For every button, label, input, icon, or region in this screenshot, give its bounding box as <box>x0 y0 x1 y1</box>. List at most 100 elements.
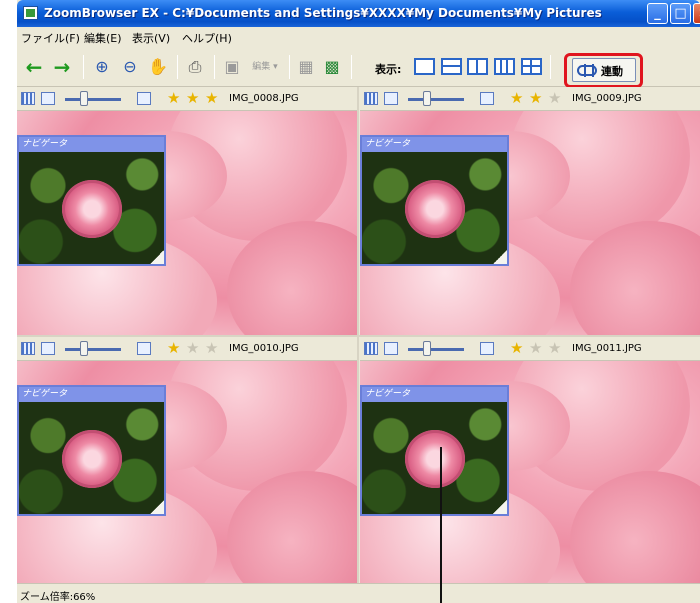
photo-view[interactable]: ナビゲータ <box>17 361 357 583</box>
zoom-slider-thumb[interactable] <box>423 91 431 106</box>
rating-star-2[interactable]: ★ <box>186 340 199 357</box>
image-edit-icon[interactable]: ▣ <box>221 56 243 78</box>
navigator-toggle-icon[interactable] <box>137 92 151 105</box>
menu-view[interactable]: 表示(V) <box>132 30 170 46</box>
rating-star-2[interactable]: ★ <box>529 340 542 357</box>
close-button[interactable]: × <box>693 3 700 24</box>
zoom-slider-thumb[interactable] <box>80 91 88 106</box>
toolbar-separator <box>214 55 215 79</box>
navigator-thumbnail[interactable] <box>19 402 164 514</box>
photo-view[interactable]: ナビゲータ <box>17 111 357 335</box>
navigator-panel[interactable]: ナビゲータ <box>17 385 166 516</box>
navigator-title: ナビゲータ <box>362 387 507 402</box>
zoom-slider[interactable] <box>65 348 121 351</box>
rose-thumbnail <box>405 180 465 238</box>
back-arrow-icon[interactable]: ← <box>23 56 45 78</box>
toolbar-separator <box>177 55 178 79</box>
file-name: IMG_0011.JPG <box>572 343 642 354</box>
fit-screen-icon[interactable] <box>364 342 378 355</box>
navigator-panel[interactable]: ナビゲータ <box>360 385 509 516</box>
forward-arrow-icon[interactable]: → <box>51 56 73 78</box>
navigator-panel[interactable]: ナビゲータ <box>360 135 509 266</box>
menu-edit[interactable]: 編集(E) <box>84 30 122 46</box>
actual-size-icon[interactable] <box>41 92 55 105</box>
navigator-panel[interactable]: ナビゲータ <box>17 135 166 266</box>
menu-bar: ファイル(F) 編集(E) 表示(V) ヘルプ(H) <box>17 27 700 47</box>
edit-menu-button[interactable]: 編集 ▾ <box>245 56 285 78</box>
preview-pane: ★ ★ ★ IMG_0010.JPG ナビゲータ <box>17 337 357 585</box>
zoom-slider[interactable] <box>408 348 464 351</box>
file-name: IMG_0009.JPG <box>572 93 642 104</box>
zoom-slider-thumb[interactable] <box>423 341 431 356</box>
app-icon <box>23 6 38 20</box>
photo-view[interactable]: ナビゲータ <box>360 361 700 583</box>
rating-star-1[interactable]: ★ <box>167 90 180 107</box>
actual-size-icon[interactable] <box>384 92 398 105</box>
resize-grip-icon[interactable] <box>493 250 507 264</box>
layout-vertical-split-icon[interactable] <box>467 58 488 75</box>
print-icon[interactable]: ⎙ <box>184 56 206 78</box>
rating-star-3[interactable]: ★ <box>548 90 561 107</box>
navigator-title: ナビゲータ <box>19 387 164 402</box>
navigator-toggle-icon[interactable] <box>480 342 494 355</box>
rose-thumbnail <box>62 180 122 238</box>
pane-toolbar: ★ ★ ★ IMG_0010.JPG <box>17 337 357 361</box>
sync-button[interactable]: 連動 <box>572 58 636 82</box>
zoom-in-icon[interactable]: ⊕ <box>91 56 113 78</box>
navigator-toggle-icon[interactable] <box>137 342 151 355</box>
rating-star-1[interactable]: ★ <box>510 340 523 357</box>
menu-file[interactable]: ファイル(F) <box>21 30 80 46</box>
layout-three-column-icon[interactable] <box>494 58 515 75</box>
navigator-title: ナビゲータ <box>19 137 164 152</box>
file-name: IMG_0008.JPG <box>229 93 299 104</box>
pane-divider-horizontal[interactable] <box>17 335 700 337</box>
minimize-button[interactable]: _ <box>647 3 668 24</box>
title-bar[interactable]: ZoomBrowser EX - C:¥Documents and Settin… <box>17 0 700 27</box>
slideshow-icon[interactable]: ▩ <box>321 56 343 78</box>
rating-star-1[interactable]: ★ <box>510 90 523 107</box>
zoom-slider[interactable] <box>408 98 464 101</box>
rating-star-3[interactable]: ★ <box>548 340 561 357</box>
toolbar-separator <box>289 55 290 79</box>
contact-sheet-icon[interactable]: ▦ <box>295 56 317 78</box>
rating-star-3[interactable]: ★ <box>205 340 218 357</box>
pane-toolbar: ★ ★ ★ IMG_0008.JPG <box>17 87 357 111</box>
actual-size-icon[interactable] <box>41 342 55 355</box>
edit-label: 編集 <box>252 62 271 72</box>
menu-help[interactable]: ヘルプ(H) <box>182 30 232 46</box>
preview-pane: ★ ★ ★ IMG_0008.JPG ナビゲータ <box>17 87 357 335</box>
resize-grip-icon[interactable] <box>150 500 164 514</box>
layout-horizontal-split-icon[interactable] <box>441 58 462 75</box>
zoom-out-icon[interactable]: ⊖ <box>119 56 141 78</box>
preview-pane: ★ ★ ★ IMG_0011.JPG ナビゲータ <box>360 337 700 585</box>
zoom-slider-thumb[interactable] <box>80 341 88 356</box>
resize-grip-icon[interactable] <box>493 500 507 514</box>
navigator-thumbnail[interactable] <box>19 152 164 264</box>
rating-star-2[interactable]: ★ <box>186 90 199 107</box>
file-name: IMG_0010.JPG <box>229 343 299 354</box>
sync-link-icon <box>577 64 597 77</box>
preview-pane: ★ ★ ★ IMG_0009.JPG ナビゲータ <box>360 87 700 335</box>
rating-star-3[interactable]: ★ <box>205 90 218 107</box>
photo-view[interactable]: ナビゲータ <box>360 111 700 335</box>
rose-thumbnail <box>62 430 122 488</box>
maximize-button[interactable]: □ <box>670 3 691 24</box>
zoom-slider[interactable] <box>65 98 121 101</box>
fit-screen-icon[interactable] <box>364 92 378 105</box>
fit-screen-icon[interactable] <box>21 342 35 355</box>
callout-pointer-line <box>440 447 442 603</box>
window-title: ZoomBrowser EX - C:¥Documents and Settin… <box>44 6 602 20</box>
resize-grip-icon[interactable] <box>150 250 164 264</box>
navigator-toggle-icon[interactable] <box>480 92 494 105</box>
rating-star-2[interactable]: ★ <box>529 90 542 107</box>
pane-toolbar: ★ ★ ★ IMG_0009.JPG <box>360 87 700 111</box>
navigator-title: ナビゲータ <box>362 137 507 152</box>
hand-tool-icon[interactable]: ✋ <box>147 56 169 78</box>
fit-screen-icon[interactable] <box>21 92 35 105</box>
layout-four-grid-icon[interactable] <box>521 58 542 75</box>
navigator-thumbnail[interactable] <box>362 402 507 514</box>
actual-size-icon[interactable] <box>384 342 398 355</box>
layout-single-icon[interactable] <box>414 58 435 75</box>
navigator-thumbnail[interactable] <box>362 152 507 264</box>
rating-star-1[interactable]: ★ <box>167 340 180 357</box>
